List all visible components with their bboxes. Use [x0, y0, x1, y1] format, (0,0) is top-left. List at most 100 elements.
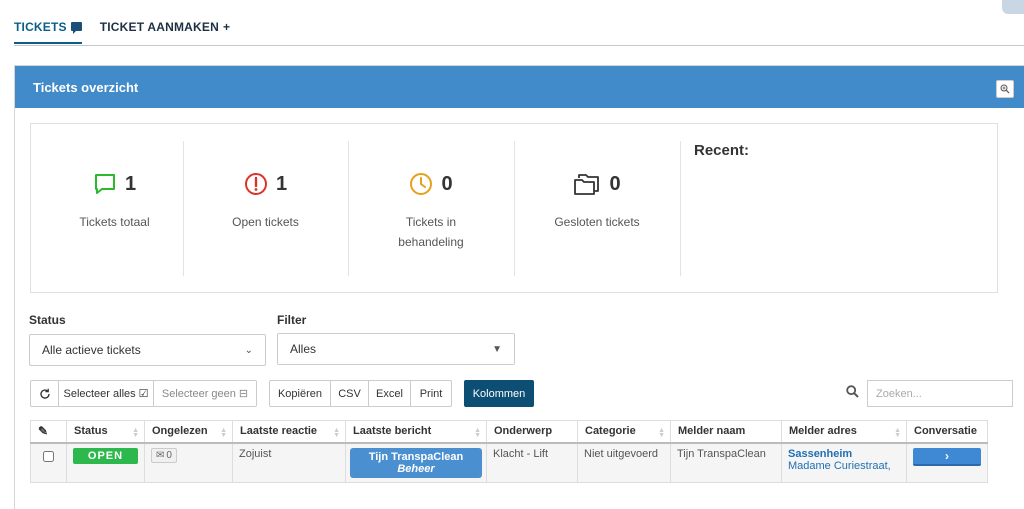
top-tab-bar: TICKETS TICKET AANMAKEN + [14, 18, 1024, 46]
corner-widget[interactable] [1002, 0, 1024, 14]
col-reporter-address[interactable]: Melder adres ▲ ▼ [781, 420, 907, 444]
col-status[interactable]: Status ▲ ▼ [66, 420, 145, 444]
envelope-icon: ✉ [156, 449, 165, 461]
sort-icon: ▲ ▼ [132, 427, 139, 439]
columns-button[interactable]: Kolommen [464, 380, 534, 407]
exclamation-circle-icon [244, 173, 267, 195]
folder-icon [574, 174, 600, 195]
copy-label: Kopiëren [277, 387, 323, 400]
table-row[interactable]: OPEN ✉ 0 Zojuist Tijn TranspaClean Behee… [30, 442, 988, 483]
csv-button[interactable]: CSV [330, 380, 369, 407]
last-message-cell: Tijn TranspaClean Beheer [345, 442, 487, 483]
stat-closed-label: Gesloten tickets [554, 215, 640, 229]
excel-label: Excel [376, 387, 403, 400]
col-subject[interactable]: Onderwerp [486, 420, 578, 444]
status-badge: OPEN [73, 447, 138, 464]
reporter-name-cell: Tijn TranspaClean [670, 442, 782, 483]
stats-box: 1 Tickets totaal 1 Open tickets 0 Ticket… [30, 123, 998, 293]
tickets-panel: Tickets overzicht 1 Tickets totaal 1 Ope… [14, 65, 1024, 509]
columns-label: Kolommen [472, 387, 526, 400]
col-conversation-label: Conversatie [914, 425, 977, 438]
tab-ticket-aanmaken-label: TICKET AANMAKEN [99, 20, 219, 34]
excel-button[interactable]: Excel [368, 380, 411, 407]
caret-down-icon: ▼ [492, 343, 502, 355]
chevron-down-icon: ⌄ [244, 344, 253, 356]
search-input[interactable] [867, 380, 1013, 407]
select-none-button[interactable]: Selecteer geen ⊟ [153, 380, 257, 407]
subject-cell: Klacht - Lift [486, 442, 578, 483]
category-cell: Niet uitgevoerd [577, 442, 671, 483]
refresh-button[interactable] [30, 380, 59, 407]
speech-bubble-icon [70, 21, 82, 34]
open-conversation-button[interactable]: › [913, 447, 981, 466]
checked-box-icon: ☑ [138, 388, 149, 400]
stat-total: 1 Tickets totaal [31, 124, 198, 294]
col-conversation[interactable]: Conversatie [906, 420, 988, 444]
col-category[interactable]: Categorie ▲ ▼ [577, 420, 671, 444]
status-cell: OPEN [66, 442, 145, 483]
select-none-label: Selecteer geen [161, 387, 236, 400]
tickets-table: ✎ Status ▲ ▼ Ongelezen ▲ ▼ Laatste reactie ▲ ▼… [30, 420, 988, 483]
col-last-reaction[interactable]: Laatste reactie ▲ ▼ [232, 420, 346, 444]
search-icon [846, 385, 859, 398]
last-message-button[interactable]: Tijn TranspaClean Beheer [350, 447, 482, 478]
tab-ticket-aanmaken[interactable]: TICKET AANMAKEN + [100, 18, 230, 42]
unread-count: 0 [166, 449, 172, 461]
sort-icon: ▲ ▼ [658, 427, 665, 439]
conversation-cell: › [906, 442, 988, 483]
col-status-label: Status [74, 425, 108, 438]
select-all-button[interactable]: Selecteer alles ☑ [58, 380, 154, 407]
col-last-message[interactable]: Laatste bericht ▲ ▼ [345, 420, 487, 444]
reporter-address-cell: Sassenheim Madame Curiestraat, [781, 442, 907, 483]
copy-button[interactable]: Kopiëren [269, 380, 331, 407]
table-header-row: ✎ Status ▲ ▼ Ongelezen ▲ ▼ Laatste reactie ▲ ▼… [30, 420, 988, 444]
zoom-in-icon [1000, 84, 1010, 94]
stat-in-progress-label: Tickets in behandeling [398, 215, 464, 249]
reporter-address-name[interactable]: Sassenheim [788, 448, 900, 460]
clock-icon [410, 173, 433, 195]
plus-icon: + [222, 20, 231, 34]
row-checkbox-cell [30, 442, 67, 483]
stat-closed-value: 0 [609, 172, 621, 195]
filter-select[interactable]: Alles ▼ [277, 333, 515, 365]
col-reporter-name-label: Melder naam [678, 425, 746, 438]
stat-open: 1 Open tickets [183, 124, 348, 294]
panel-header: Tickets overzicht [15, 66, 1024, 108]
reporter-address-street[interactable]: Madame Curiestraat, [788, 460, 900, 472]
status-select[interactable]: Alle actieve tickets ⌄ [29, 334, 266, 366]
last-message-name: Tijn TranspaClean [368, 450, 464, 463]
col-subject-label: Onderwerp [494, 425, 553, 438]
chat-bubble-icon [94, 174, 115, 194]
print-button[interactable]: Print [410, 380, 452, 407]
refresh-icon [39, 388, 50, 399]
stat-in-progress: 0 Tickets in behandeling [348, 124, 514, 294]
col-reporter-name[interactable]: Melder naam [670, 420, 782, 444]
col-last-reaction-label: Laatste reactie [240, 425, 318, 438]
row-checkbox[interactable] [43, 450, 54, 462]
sort-icon: ▲ ▼ [333, 427, 340, 439]
sort-icon: ▲ ▼ [474, 427, 481, 439]
unread-badge[interactable]: ✉ 0 [151, 447, 177, 463]
zoom-in-button[interactable] [996, 80, 1014, 98]
print-label: Print [419, 387, 443, 400]
filter-select-value: Alles [290, 342, 317, 356]
sort-icon: ▲ ▼ [220, 427, 227, 439]
stat-open-value: 1 [275, 172, 288, 195]
filter-label: Filter [277, 313, 307, 327]
tab-tickets-label: TICKETS [14, 20, 67, 34]
col-select-all[interactable]: ✎ [30, 420, 67, 444]
stat-open-label: Open tickets [232, 215, 299, 229]
col-last-message-label: Laatste bericht [353, 425, 432, 438]
recent-title: Recent: [694, 142, 750, 159]
tab-tickets[interactable]: TICKETS [14, 18, 82, 44]
minus-box-icon: ⊟ [238, 388, 249, 400]
status-label: Status [29, 313, 66, 327]
select-all-label: Selecteer alles [63, 387, 136, 400]
csv-label: CSV [338, 387, 361, 400]
stat-closed: 0 Gesloten tickets [514, 124, 680, 294]
col-category-label: Categorie [585, 425, 636, 438]
edit-icon: ✎ [38, 424, 49, 439]
col-unread[interactable]: Ongelezen ▲ ▼ [144, 420, 233, 444]
divider [680, 141, 681, 276]
panel-title: Tickets overzicht [33, 79, 139, 95]
